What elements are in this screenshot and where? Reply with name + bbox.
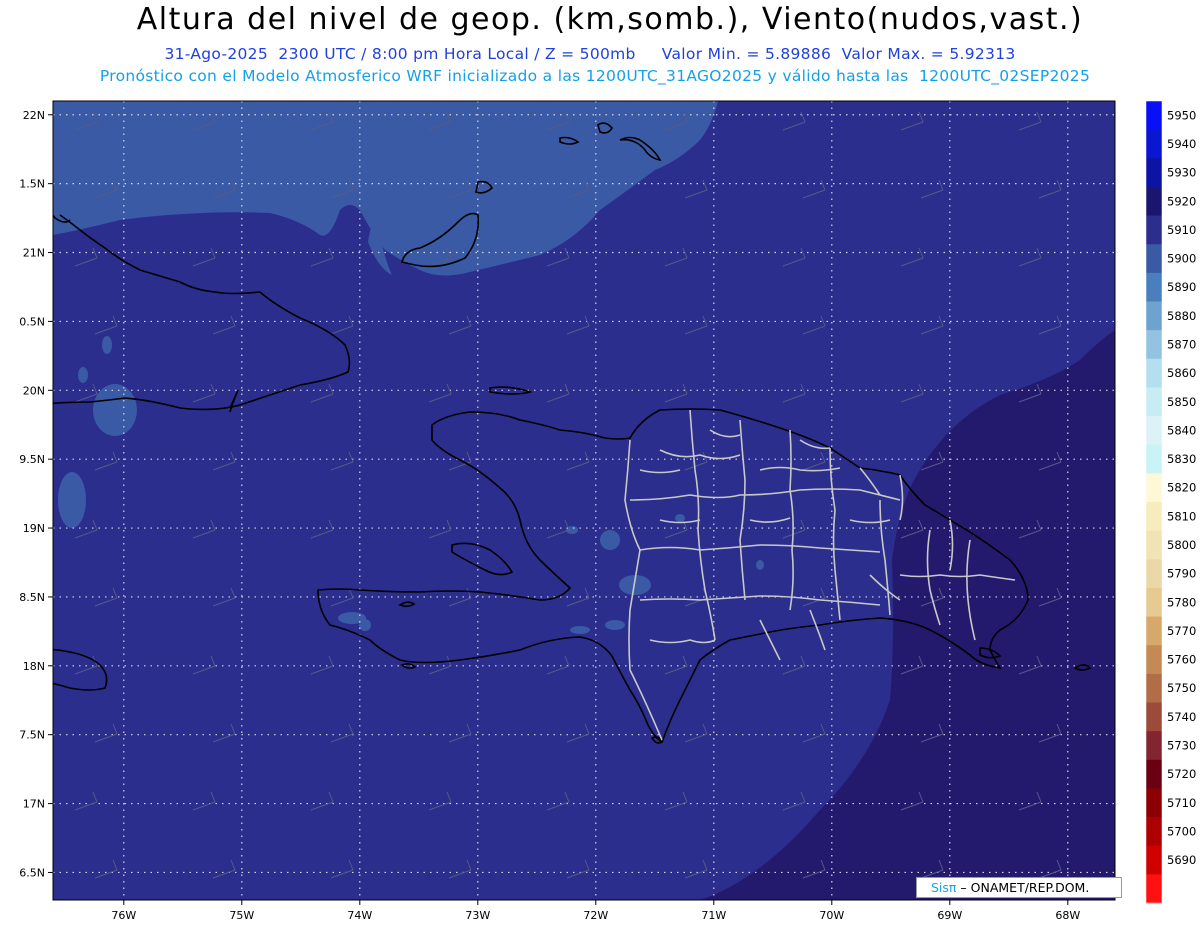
colorbar: 5950 5940 5930 5920 5910 5900 5890 5880 5870 5860… bbox=[1145, 100, 1196, 904]
colorbar-swatch bbox=[1146, 817, 1162, 847]
colorbar-swatch bbox=[1146, 759, 1162, 789]
lon-tick-label: 74W bbox=[347, 909, 372, 922]
cuba-south-piece bbox=[35, 630, 50, 642]
lat-tick-label: 17N bbox=[23, 798, 45, 811]
colorbar-label: 5770 bbox=[1167, 624, 1196, 638]
lat-tick-label: 20N bbox=[23, 384, 45, 397]
lat-tick-label: 0.5N bbox=[19, 315, 45, 328]
colorbar-swatch bbox=[1146, 587, 1162, 618]
colorbar-label: 5890 bbox=[1167, 280, 1196, 294]
colorbar-label: 5740 bbox=[1167, 710, 1196, 724]
colorbar-label: 5690 bbox=[1167, 853, 1196, 867]
colorbar-label: 5940 bbox=[1167, 137, 1196, 151]
lat-tick-label: 19N bbox=[23, 522, 45, 535]
colorbar-label: 5950 bbox=[1167, 108, 1196, 122]
cuba-tip bbox=[35, 200, 52, 210]
colorbar-label: 5830 bbox=[1167, 452, 1196, 466]
lon-tick-label: 73W bbox=[465, 909, 490, 922]
colorbar-label: 5710 bbox=[1167, 796, 1196, 810]
lon-tick-label: 75W bbox=[229, 909, 254, 922]
colorbar-swatch bbox=[1146, 129, 1162, 159]
colorbar-label: 5820 bbox=[1167, 481, 1196, 495]
colorbar-label: 5760 bbox=[1167, 653, 1196, 667]
colorbar-swatch bbox=[1146, 473, 1162, 503]
lon-tick-label: 70W bbox=[819, 909, 844, 922]
colorbar-swatch bbox=[1146, 673, 1162, 703]
lon-tick-label: 72W bbox=[583, 909, 608, 922]
colorbar-label: 5800 bbox=[1167, 538, 1196, 552]
colorbar-label: 5750 bbox=[1167, 681, 1196, 695]
colorbar-label: 5850 bbox=[1167, 395, 1196, 409]
lat-tick-label: 9.5N bbox=[19, 453, 45, 466]
colorbar-swatch bbox=[1146, 559, 1162, 589]
colorbar-swatch bbox=[1146, 502, 1162, 532]
colorbar-swatch bbox=[1146, 874, 1162, 904]
colorbar-swatch bbox=[1146, 444, 1162, 474]
colorbar-swatch bbox=[1146, 215, 1162, 245]
colorbar-label: 5700 bbox=[1167, 824, 1196, 838]
forecast-map: 22N 1.5N 21N 0.5N 20N 9.5N 19N 8.5N 18N 7.5N 17N 6.… bbox=[19, 100, 1196, 922]
lat-tick-label: 6.5N bbox=[19, 866, 45, 879]
colorbar-label: 5870 bbox=[1167, 337, 1196, 351]
colorbar-swatch bbox=[1146, 101, 1162, 131]
colorbar-label: 5840 bbox=[1167, 423, 1196, 437]
colorbar-swatch bbox=[1146, 301, 1162, 331]
credit-box: Sisπ – ONAMET/REP.DOM. bbox=[916, 877, 1122, 898]
colorbar-label: 5790 bbox=[1167, 567, 1196, 581]
lat-tick-label: 22N bbox=[23, 109, 45, 122]
colorbar-swatch bbox=[1146, 788, 1162, 818]
lat-tick-label: 1.5N bbox=[19, 178, 45, 191]
lon-tick-label: 69W bbox=[937, 909, 962, 922]
colorbar-swatch bbox=[1146, 530, 1162, 560]
colorbar-label: 5860 bbox=[1167, 366, 1196, 380]
colorbar-swatch bbox=[1146, 731, 1162, 761]
credit-text: – ONAMET/REP.DOM. bbox=[956, 880, 1090, 895]
lat-tick-label: 7.5N bbox=[19, 729, 45, 742]
lat-tick-label: 21N bbox=[23, 247, 45, 260]
colorbar-swatch bbox=[1146, 416, 1162, 446]
lon-tick-label: 71W bbox=[701, 909, 726, 922]
colorbar-label: 5930 bbox=[1167, 166, 1196, 180]
credit-brand: Sisπ bbox=[931, 880, 957, 895]
lat-tick-label: 8.5N bbox=[19, 591, 45, 604]
colorbar-swatch bbox=[1146, 272, 1162, 302]
lon-tick-label: 68W bbox=[1055, 909, 1080, 922]
colorbar-swatch bbox=[1146, 845, 1162, 875]
colorbar-swatch bbox=[1146, 358, 1162, 388]
colorbar-swatch bbox=[1146, 244, 1162, 274]
colorbar-swatch bbox=[1146, 616, 1162, 646]
lon-tick-label: 76W bbox=[111, 909, 136, 922]
colorbar-label: 5910 bbox=[1167, 223, 1196, 237]
colorbar-label: 5720 bbox=[1167, 767, 1196, 781]
colorbar-label: 5900 bbox=[1167, 252, 1196, 266]
lat-tick-label: 18N bbox=[23, 660, 45, 673]
colorbar-swatch bbox=[1146, 387, 1162, 417]
colorbar-swatch bbox=[1146, 330, 1162, 360]
colorbar-swatch bbox=[1146, 645, 1162, 675]
colorbar-swatch bbox=[1146, 702, 1162, 732]
colorbar-label: 5880 bbox=[1167, 309, 1196, 323]
colorbar-swatch bbox=[1146, 186, 1162, 217]
colorbar-swatch bbox=[1146, 158, 1162, 188]
colorbar-label: 5730 bbox=[1167, 738, 1196, 752]
colorbar-label: 5810 bbox=[1167, 509, 1196, 523]
colorbar-label: 5920 bbox=[1167, 194, 1196, 208]
colorbar-label: 5780 bbox=[1167, 595, 1196, 609]
